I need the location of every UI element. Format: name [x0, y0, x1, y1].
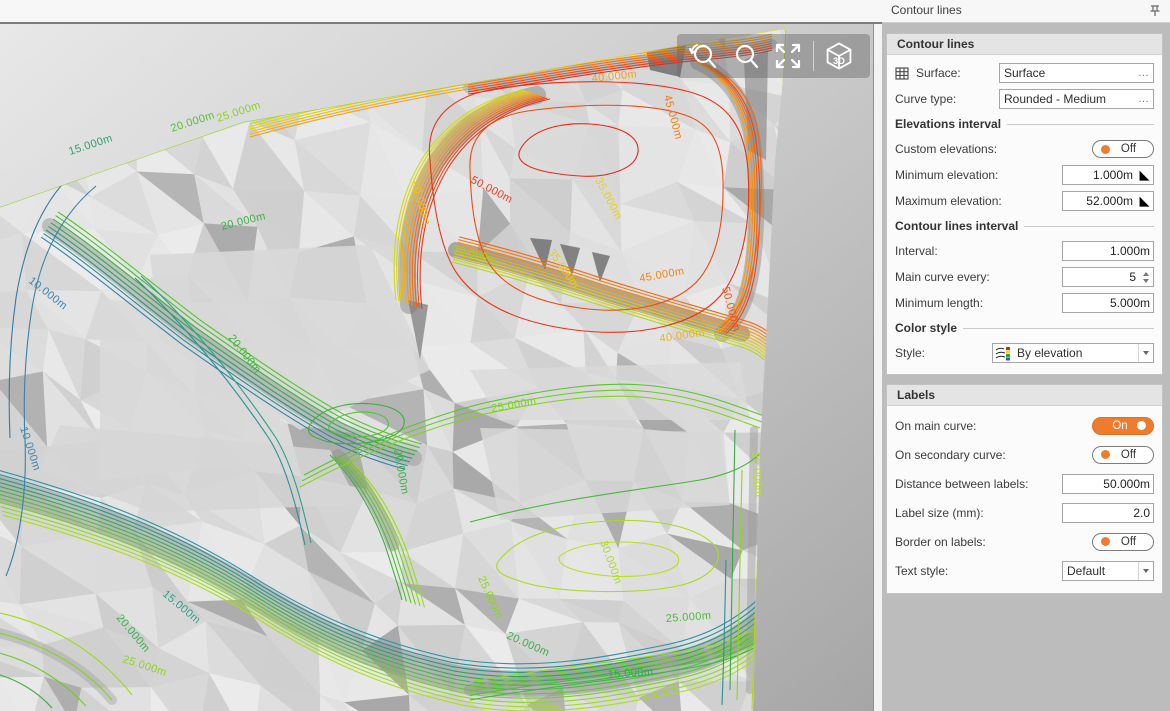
group-header: Contour lines — [887, 34, 1162, 55]
zoom-previous-icon[interactable] — [683, 36, 725, 76]
interval-label: Interval: — [895, 244, 1062, 258]
surface-value: Surface — [1000, 66, 1135, 80]
interval-field[interactable] — [1063, 244, 1153, 258]
surface-browse-button[interactable]: … — [1135, 67, 1153, 79]
viewport-toolbar: 3D — [677, 34, 870, 78]
toggle-dot — [1101, 145, 1110, 154]
main-curve-field[interactable] — [1063, 270, 1139, 284]
by-elevation-icon — [993, 346, 1013, 361]
on-main-curve-toggle[interactable]: On — [1092, 417, 1154, 435]
row-custom-elevations: Custom elevations: Off — [895, 136, 1154, 162]
contour-interval-header: Contour lines interval — [895, 214, 1154, 238]
curve-type-label: Curve type: — [895, 92, 999, 106]
style-value: By elevation — [1013, 346, 1138, 360]
label-size-label: Label size (mm): — [895, 506, 1062, 520]
pick-elevation-icon[interactable]: ◣ — [1136, 192, 1153, 210]
distance-labels-field[interactable] — [1063, 477, 1153, 491]
text-style-dropdown[interactable]: Default — [1062, 561, 1154, 581]
row-max-elevation: Maximum elevation: ◣ — [895, 188, 1154, 214]
toggle-state: Off — [1110, 449, 1147, 461]
panel-header-border — [882, 22, 1170, 23]
toggle-dot — [1137, 421, 1146, 430]
on-secondary-curve-toggle[interactable]: Off — [1092, 446, 1154, 464]
row-text-style: Text style: Default — [895, 556, 1154, 585]
chevron-down-icon[interactable] — [1138, 562, 1153, 580]
row-surface: Surface: Surface … — [895, 60, 1154, 86]
curve-type-value: Rounded - Medium — [1000, 92, 1135, 106]
toggle-state: On — [1103, 420, 1137, 432]
label-size-input[interactable] — [1062, 503, 1154, 523]
min-length-field[interactable] — [1063, 296, 1153, 310]
label-size-field[interactable] — [1063, 506, 1153, 520]
distance-labels-label: Distance between labels: — [895, 477, 1062, 491]
toggle-dot — [1101, 450, 1110, 459]
style-label: Style: — [895, 346, 992, 360]
application-window: 15.000m20.000m25.000m10.000m20.000m20.00… — [0, 0, 1170, 711]
chevron-down-icon[interactable] — [1138, 344, 1153, 362]
on-main-curve-label: On main curve: — [895, 419, 1092, 433]
view-3d-icon[interactable]: 3D — [818, 36, 860, 76]
group-header: Labels — [887, 385, 1162, 406]
main-curve-input[interactable] — [1062, 267, 1154, 287]
row-main-curve: Main curve every: — [895, 264, 1154, 290]
max-elevation-field[interactable] — [1063, 194, 1136, 208]
custom-elevations-toggle[interactable]: Off — [1092, 140, 1154, 158]
3d-viewport[interactable]: 15.000m20.000m25.000m10.000m20.000m20.00… — [0, 0, 873, 711]
border-labels-label: Border on labels: — [895, 535, 1092, 549]
min-elevation-field[interactable] — [1063, 168, 1136, 182]
curve-type-input[interactable]: Rounded - Medium … — [999, 89, 1154, 109]
min-length-input[interactable] — [1062, 293, 1154, 313]
row-style: Style: — [895, 340, 1154, 366]
row-label-size: Label size (mm): — [895, 498, 1154, 527]
max-elevation-input[interactable]: ◣ — [1062, 191, 1154, 211]
surface-label: Surface: — [916, 66, 999, 80]
border-labels-toggle[interactable]: Off — [1092, 533, 1154, 551]
zoom-extents-icon[interactable] — [767, 36, 809, 76]
surface-grid-icon — [895, 67, 911, 80]
zoom-icon[interactable] — [725, 36, 767, 76]
color-style-header: Color style — [895, 316, 1154, 340]
row-curve-type: Curve type: Rounded - Medium … — [895, 86, 1154, 112]
contour-lines-panel: Contour lines Surface: Surface … — [882, 24, 1170, 711]
row-on-secondary-curve: On secondary curve: Off — [895, 440, 1154, 469]
group-labels: Labels On main curve: On On secondary cu… — [886, 384, 1163, 594]
svg-text:3D: 3D — [833, 56, 845, 66]
row-min-length: Minimum length: — [895, 290, 1154, 316]
text-style-label: Text style: — [895, 564, 1062, 578]
row-interval: Interval: — [895, 238, 1154, 264]
top-bar: Contour lines — [0, 0, 1170, 22]
row-border-labels: Border on labels: Off — [895, 527, 1154, 556]
group-contour-lines: Contour lines Surface: Surface … — [886, 33, 1163, 375]
min-length-label: Minimum length: — [895, 296, 1062, 310]
elevations-interval-header: Elevations interval — [895, 112, 1154, 136]
min-elevation-input[interactable]: ◣ — [1062, 165, 1154, 185]
row-distance-labels: Distance between labels: — [895, 469, 1154, 498]
main-curve-spinner[interactable] — [1139, 268, 1153, 286]
pick-elevation-icon[interactable]: ◣ — [1136, 166, 1153, 184]
custom-elevations-label: Custom elevations: — [895, 142, 1092, 156]
viewport-top-border — [0, 22, 882, 24]
text-style-value: Default — [1063, 564, 1138, 578]
curve-type-browse-button[interactable]: … — [1135, 93, 1153, 105]
row-on-main-curve: On main curve: On — [895, 411, 1154, 440]
toolbar-separator — [813, 41, 814, 71]
panel-title: Contour lines — [891, 3, 962, 17]
interval-input[interactable] — [1062, 241, 1154, 261]
style-dropdown[interactable]: By elevation — [992, 343, 1154, 363]
toggle-state: Off — [1110, 143, 1147, 155]
toggle-dot — [1101, 537, 1110, 546]
panel-gutter[interactable] — [873, 24, 882, 711]
on-secondary-curve-label: On secondary curve: — [895, 448, 1092, 462]
row-min-elevation: Minimum elevation: ◣ — [895, 162, 1154, 188]
max-elevation-label: Maximum elevation: — [895, 194, 1062, 208]
surface-input[interactable]: Surface … — [999, 63, 1154, 83]
main-curve-label: Main curve every: — [895, 270, 1062, 284]
terrain-canvas[interactable]: 15.000m20.000m25.000m10.000m20.000m20.00… — [0, 0, 873, 711]
toggle-state: Off — [1110, 536, 1147, 548]
pin-icon[interactable] — [1148, 4, 1162, 18]
distance-labels-input[interactable] — [1062, 474, 1154, 494]
min-elevation-label: Minimum elevation: — [895, 168, 1062, 182]
